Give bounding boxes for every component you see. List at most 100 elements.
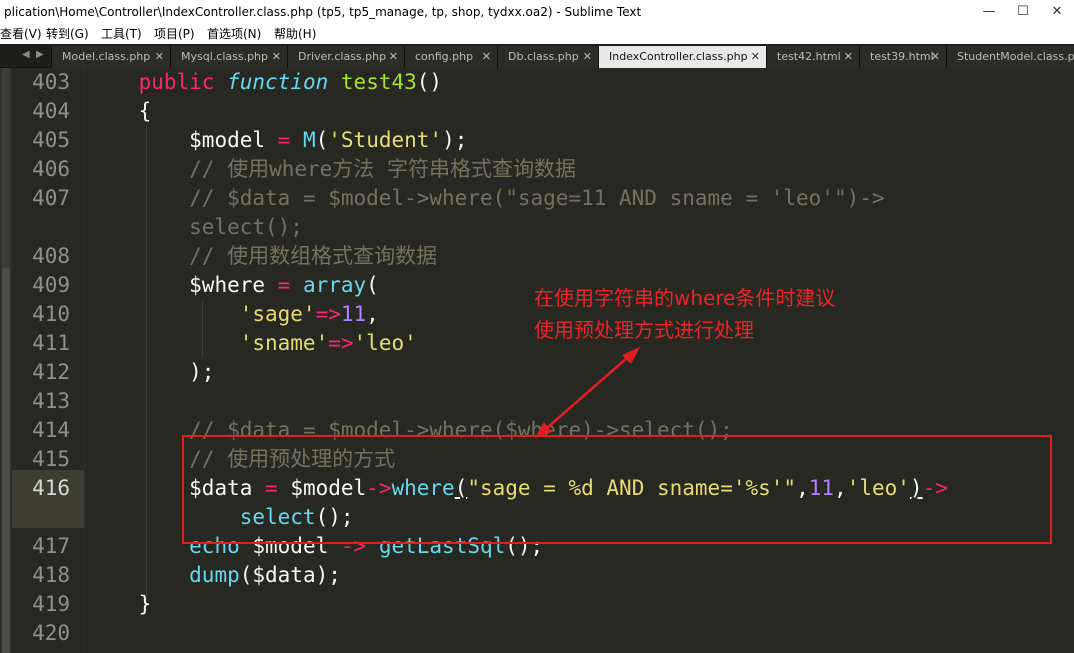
line-number: 411 (32, 331, 70, 355)
line-number: 418 (32, 563, 70, 587)
number: 11 (340, 302, 367, 326)
arrow-head-top-icon (622, 347, 640, 364)
code-line-419: } (88, 590, 152, 619)
tab-label: Driver.class.php (298, 50, 387, 63)
punctuation: ); (189, 360, 215, 384)
string: 'sname' (239, 331, 329, 355)
tab-close-icon[interactable]: ✕ (389, 46, 398, 68)
menu-preferences[interactable]: 首选项(N) (207, 25, 261, 43)
tab-label: StudentModel.class.php (957, 50, 1074, 63)
operator: = (265, 128, 303, 152)
line-number: 417 (32, 534, 70, 558)
line-number-current: 416 (32, 476, 70, 500)
punctuation: ); (442, 128, 468, 152)
tab-indexcontroller-class[interactable]: IndexController.class.php ✕ (598, 46, 766, 68)
variable: $where (189, 273, 266, 297)
comment: // 使用数组格式查询数据 (189, 244, 438, 268)
code-editor[interactable]: 403 404 405 406 407 408 409 410 411 412 … (0, 68, 1074, 653)
tab-close-icon[interactable]: ✕ (482, 46, 491, 68)
line-number: 412 (32, 360, 70, 384)
line-number: 410 (32, 302, 70, 326)
menu-view[interactable]: 查看(V) (0, 25, 42, 43)
maximize-button[interactable]: ☐ (1006, 0, 1040, 24)
tab-db-class[interactable]: Db.class.php ✕ (497, 46, 598, 68)
line-number: 408 (32, 244, 70, 268)
tab-label: IndexController.class.php (609, 50, 748, 63)
tab-label: test42.html (777, 50, 841, 63)
minimap-strip[interactable] (0, 68, 12, 653)
tab-driver-class[interactable]: Driver.class.php ✕ (287, 46, 404, 68)
punctuation: () (416, 70, 443, 94)
code-line-412: ); (88, 358, 214, 387)
code-line-410: 'sage'=>11, (88, 300, 379, 329)
line-number: 405 (32, 128, 70, 152)
line-number: 406 (32, 157, 70, 181)
function-call: array (302, 273, 367, 297)
code-line-407-wrap: select(); (88, 213, 303, 242)
title-bar: plication\Home\Controller\IndexControlle… (0, 0, 1074, 24)
variable: $model (189, 128, 266, 152)
menu-project[interactable]: 项目(P) (154, 25, 195, 43)
tab-scroll-right-icon[interactable]: ▶ (36, 49, 44, 60)
line-number: 407 (32, 186, 70, 210)
line-number: 419 (32, 592, 70, 616)
code-line-407: // $data = $model->where("sage=11 AND sn… (88, 184, 884, 213)
tab-close-icon[interactable]: ✕ (844, 46, 853, 68)
punctuation: ($data); (239, 563, 341, 587)
punctuation: { (138, 99, 152, 123)
line-number: 413 (32, 389, 70, 413)
operator: => (315, 302, 341, 326)
tab-close-icon[interactable]: ✕ (272, 46, 281, 68)
code-line-418: dump($data); (88, 561, 341, 590)
tab-close-icon[interactable]: ✕ (751, 46, 760, 68)
code-line-405: $model = M('Student'); (88, 126, 467, 155)
tab-scroll-left-icon[interactable]: ◀ (22, 49, 30, 60)
minimize-button[interactable]: — (972, 0, 1006, 24)
tab-studentmodel-class[interactable]: StudentModel.class.php (946, 46, 1074, 68)
tab-test39[interactable]: test39.html ✕ (859, 46, 946, 68)
tab-close-icon[interactable]: ✕ (583, 46, 592, 68)
annotation-box (182, 435, 1052, 544)
tab-config[interactable]: config.php ✕ (404, 46, 497, 68)
close-button[interactable]: ✕ (1040, 0, 1074, 24)
menu-goto[interactable]: 转到(G) (46, 25, 89, 43)
line-number: 414 (32, 418, 70, 442)
tab-bar: ◀ ▶ Model.class.php ✕ Mysql.class.php ✕ Dr… (0, 44, 1074, 68)
tab-test42[interactable]: test42.html ✕ (766, 46, 859, 68)
tab-label: test39.html (870, 50, 934, 63)
line-number: 403 (32, 70, 70, 94)
function-call: M (302, 128, 316, 152)
menu-bar: 查看(V) 转到(G) 工具(T) 项目(P) 首选项(N) 帮助(H) (0, 24, 1074, 44)
line-number: 404 (32, 99, 70, 123)
operator: = (265, 273, 303, 297)
tab-close-icon[interactable]: ✕ (155, 46, 164, 68)
comment: // 使用where方法 字符串格式查询数据 (189, 157, 576, 181)
scroll-thumb[interactable] (2, 268, 10, 653)
string: 'sage' (239, 302, 316, 326)
tab-label: Db.class.php (508, 50, 579, 63)
tab-label: config.php (415, 50, 474, 63)
code-line-411: 'sname'=>'leo' (88, 329, 417, 358)
tab-label: Mysql.class.php (181, 50, 269, 63)
keyword: public (138, 70, 215, 94)
punctuation: } (138, 592, 152, 616)
string: 'Student' (328, 128, 443, 152)
keyword-function: function (227, 70, 329, 94)
annotation-line-2: 使用预处理方式进行处理 (534, 318, 754, 342)
tab-model-class[interactable]: Model.class.php ✕ (51, 46, 170, 68)
code-line-409: $where = array( (88, 271, 379, 300)
line-number: 420 (32, 621, 70, 645)
tab-nav: ◀ ▶ (0, 44, 50, 68)
menu-help[interactable]: 帮助(H) (274, 25, 316, 43)
punctuation: , (366, 302, 379, 326)
window-controls: — ☐ ✕ (972, 0, 1074, 24)
line-number: 409 (32, 273, 70, 297)
menu-tools[interactable]: 工具(T) (101, 25, 142, 43)
code-line-406: // 使用where方法 字符串格式查询数据 (88, 155, 576, 184)
punctuation: ( (366, 273, 379, 297)
gutter-separator (84, 68, 85, 653)
operator: => (328, 331, 354, 355)
line-number: 415 (32, 447, 70, 471)
tab-mysql-class[interactable]: Mysql.class.php ✕ (170, 46, 287, 68)
tab-close-icon[interactable]: ✕ (931, 46, 940, 68)
